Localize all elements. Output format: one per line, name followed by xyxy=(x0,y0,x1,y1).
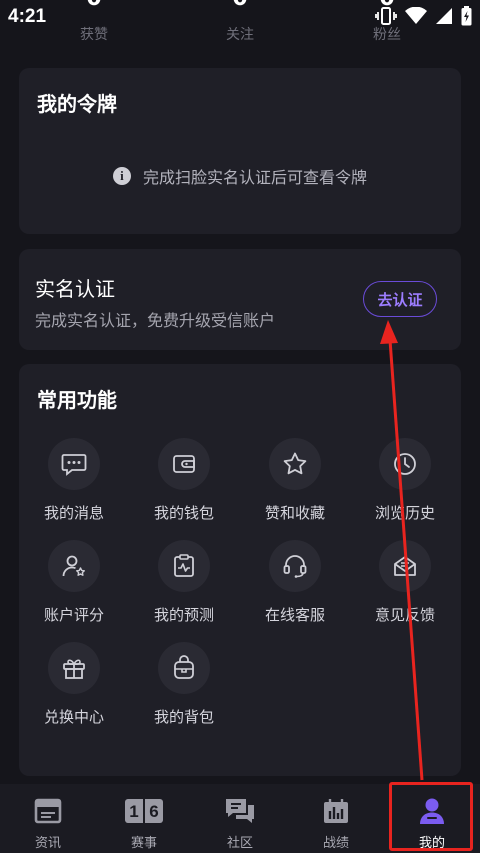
go-verify-button[interactable]: 去认证 xyxy=(363,281,437,317)
status-bar: 4:21 xyxy=(0,0,480,34)
function-label: 意见反馈 xyxy=(374,606,435,624)
function-label: 赞和收藏 xyxy=(264,504,325,522)
wallet-icon xyxy=(158,438,210,490)
tab-community[interactable]: 社区 xyxy=(192,784,288,853)
vibrate-icon xyxy=(375,6,397,26)
functions-title: 常用功能 xyxy=(37,388,117,412)
tab-label: 社区 xyxy=(226,836,253,851)
signal-icon xyxy=(435,7,453,25)
common-functions-card: 常用功能 我的消息 我的钱包 赞和收藏 浏览历史 账户评分 我的预测 在线客服 … xyxy=(19,364,461,776)
backpack-icon xyxy=(158,642,210,694)
status-icons xyxy=(375,6,472,26)
gift-icon xyxy=(48,642,100,694)
scoreboard-icon: 1 6 xyxy=(124,797,164,825)
news-icon xyxy=(34,797,62,825)
user-rating-icon xyxy=(48,540,100,592)
wifi-icon xyxy=(405,7,427,25)
annotation-highlight-box xyxy=(389,782,473,851)
tab-records[interactable]: 战绩 xyxy=(288,784,384,853)
token-card-title: 我的令牌 xyxy=(37,92,117,116)
scoreboard-digit-right: 6 xyxy=(149,802,158,821)
function-redeem-center[interactable]: 兑换中心 xyxy=(19,642,129,732)
function-account-rating[interactable]: 账户评分 xyxy=(19,540,129,630)
verification-subtitle: 完成实名认证，免费升级受信账户 xyxy=(35,311,276,330)
clipboard-chart-icon xyxy=(158,540,210,592)
scoreboard-digit-left: 1 xyxy=(129,802,138,821)
info-icon: i xyxy=(112,167,131,185)
tab-label: 资讯 xyxy=(34,836,61,851)
function-my-backpack[interactable]: 我的背包 xyxy=(129,642,239,732)
function-online-support[interactable]: 在线客服 xyxy=(240,540,350,630)
function-browse-history[interactable]: 浏览历史 xyxy=(350,438,460,528)
battery-icon xyxy=(461,6,472,26)
verification-title: 实名认证 xyxy=(35,277,115,301)
function-label: 兑换中心 xyxy=(43,708,104,726)
function-my-wallet[interactable]: 我的钱包 xyxy=(129,438,239,528)
token-hint: i 完成扫脸实名认证后可查看令牌 xyxy=(19,164,461,188)
function-label: 浏览历史 xyxy=(374,504,435,522)
function-likes-favorites[interactable]: 赞和收藏 xyxy=(240,438,350,528)
function-label: 我的背包 xyxy=(153,708,214,726)
function-my-predictions[interactable]: 我的预测 xyxy=(129,540,239,630)
clock-icon xyxy=(379,438,431,490)
stats-bars-icon xyxy=(322,797,350,825)
function-label: 我的钱包 xyxy=(153,504,214,522)
community-chat-icon xyxy=(224,797,256,825)
message-icon xyxy=(48,438,100,490)
function-label: 在线客服 xyxy=(264,606,325,624)
token-hint-text: 完成扫脸实名认证后可查看令牌 xyxy=(142,168,367,187)
token-card: 我的令牌 i 完成扫脸实名认证后可查看令牌 xyxy=(19,68,461,234)
function-feedback[interactable]: 意见反馈 xyxy=(350,540,460,630)
tab-news[interactable]: 资讯 xyxy=(0,784,96,853)
function-label: 账户评分 xyxy=(43,606,104,624)
status-time: 4:21 xyxy=(8,6,47,27)
function-label: 我的预测 xyxy=(153,606,214,624)
tab-label: 战绩 xyxy=(322,836,349,851)
tab-label: 赛事 xyxy=(130,836,157,851)
profile-page: 0 获赞 0 关注 0 粉丝 4:21 xyxy=(0,0,480,853)
tab-matches[interactable]: 1 6 赛事 xyxy=(96,784,192,853)
function-label: 我的消息 xyxy=(43,504,104,522)
function-my-messages[interactable]: 我的消息 xyxy=(19,438,129,528)
star-icon xyxy=(269,438,321,490)
headset-icon xyxy=(269,540,321,592)
verification-card: 实名认证 完成实名认证，免费升级受信账户 去认证 xyxy=(19,249,461,350)
feedback-mail-icon xyxy=(379,540,431,592)
